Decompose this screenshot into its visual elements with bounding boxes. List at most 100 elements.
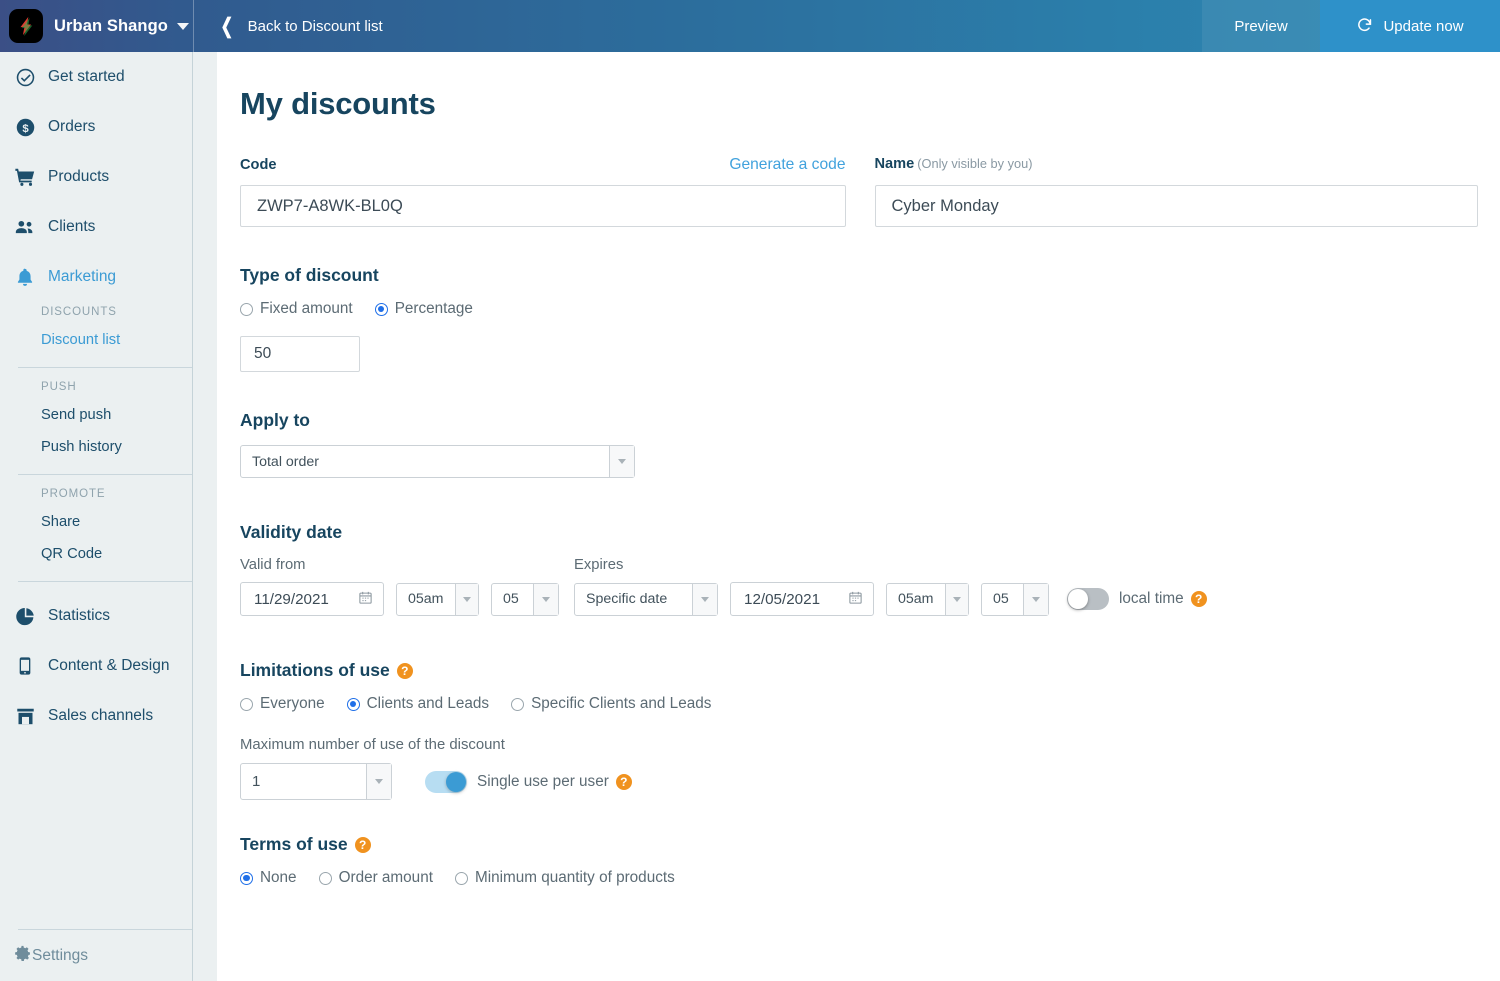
sidebar-item-discount-list[interactable]: Discount list xyxy=(0,326,192,358)
radio-minimum-quantity-of-products[interactable]: Minimum quantity of products xyxy=(455,869,675,887)
valid-from-label: Valid from xyxy=(240,557,574,573)
expires-date-value: 12/05/2021 xyxy=(744,591,820,608)
sidebar-item-orders[interactable]: $ Orders xyxy=(0,102,192,152)
radio-none[interactable]: None xyxy=(240,869,297,887)
sidebar-group-title: PUSH xyxy=(0,377,192,401)
preview-button[interactable]: Preview xyxy=(1202,0,1320,52)
sidebar-item-send-push[interactable]: Send push xyxy=(0,401,192,433)
apply-to-select[interactable]: Total order xyxy=(240,445,635,478)
radio-indicator xyxy=(240,698,253,711)
radio-order-amount[interactable]: Order amount xyxy=(319,869,433,887)
expires-hour-select[interactable]: 05am xyxy=(886,583,969,616)
chevron-down-icon[interactable] xyxy=(609,446,634,477)
chevron-down-icon[interactable] xyxy=(945,584,969,615)
sidebar-item-sales-channels[interactable]: Sales channels xyxy=(0,691,192,741)
sidebar-item-products[interactable]: Products xyxy=(0,152,192,202)
apply-to-title: Apply to xyxy=(240,410,1478,431)
sidebar-item-statistics[interactable]: Statistics xyxy=(0,591,192,641)
sidebar-item-content-design[interactable]: Content & Design xyxy=(0,641,192,691)
sidebar-item-clients[interactable]: Clients xyxy=(0,202,192,252)
generate-a-code-link[interactable]: Generate a code xyxy=(729,156,845,174)
chevron-down-icon[interactable] xyxy=(1023,584,1048,615)
chevron-down-icon[interactable] xyxy=(177,23,189,30)
radio-fixed-amount[interactable]: Fixed amount xyxy=(240,300,353,318)
local-time-toggle[interactable] xyxy=(1067,588,1109,610)
valid-from-minute-select[interactable]: 05 xyxy=(491,583,559,616)
sidebar-bottom: Settings xyxy=(0,920,193,981)
people-icon xyxy=(13,215,37,239)
check-circle-icon xyxy=(13,65,37,89)
valid-from-hour-value: 05am xyxy=(397,584,455,615)
radio-percentage[interactable]: Percentage xyxy=(375,300,473,318)
calendar-icon[interactable] xyxy=(358,590,373,608)
expires-minute-select[interactable]: 05 xyxy=(981,583,1049,616)
topbar-spacer xyxy=(401,0,1202,52)
limitations-of-use-section: Limitations of use ? Everyone Clients an… xyxy=(240,660,1478,800)
help-icon[interactable]: ? xyxy=(1191,591,1207,607)
chevron-down-icon[interactable] xyxy=(366,764,391,799)
type-of-discount-section: Type of discount Fixed amount Percentage… xyxy=(240,265,1478,372)
sidebar-item-push-history[interactable]: Push history xyxy=(0,433,192,465)
radio-label: Fixed amount xyxy=(260,300,353,318)
radio-label: None xyxy=(260,869,297,887)
expires-group: Expires Specific date 12/05/2021 xyxy=(574,557,1478,616)
code-input[interactable]: ZWP7-A8WK-BL0Q xyxy=(240,185,846,227)
brand-menu[interactable]: Urban Shango xyxy=(0,0,193,52)
sidebar-item-settings[interactable]: Settings xyxy=(0,930,193,981)
help-icon[interactable]: ? xyxy=(397,663,413,679)
sidebar-group-promote: PROMOTE Share QR Code xyxy=(0,484,192,572)
help-icon[interactable]: ? xyxy=(355,837,371,853)
max-use-value: 1 xyxy=(241,764,366,799)
brand-name: Urban Shango xyxy=(54,17,168,36)
top-bar: Urban Shango ❮ Back to Discount list Pre… xyxy=(0,0,1500,52)
expires-minute-value: 05 xyxy=(982,584,1023,615)
expires-mode-select[interactable]: Specific date xyxy=(574,583,718,616)
sidebar-item-get-started[interactable]: Get started xyxy=(0,52,192,102)
expires-date-input[interactable]: 12/05/2021 xyxy=(730,582,874,616)
radio-specific-clients-and-leads[interactable]: Specific Clients and Leads xyxy=(511,695,711,713)
sidebar-item-label: Clients xyxy=(48,218,95,236)
sidebar: Get started $ Orders Products Clients Ma… xyxy=(0,52,218,981)
radio-everyone[interactable]: Everyone xyxy=(240,695,325,713)
chevron-down-icon[interactable] xyxy=(533,584,558,615)
sidebar-item-share[interactable]: Share xyxy=(0,508,192,540)
radio-indicator xyxy=(455,872,468,885)
pie-chart-icon xyxy=(13,604,37,628)
terms-title-wrap: Terms of use ? xyxy=(240,834,1478,855)
main-content: My discounts Code Generate a code ZWP7-A… xyxy=(218,52,1500,981)
toggle-knob xyxy=(1068,589,1088,609)
max-use-select[interactable]: 1 xyxy=(240,763,392,800)
single-use-label-wrap: Single use per user ? xyxy=(477,773,632,791)
apply-to-section: Apply to Total order xyxy=(240,410,1478,478)
back-to-discount-list-link[interactable]: ❮ Back to Discount list xyxy=(194,0,401,52)
expires-label: Expires xyxy=(574,557,1478,573)
update-now-button[interactable]: Update now xyxy=(1320,0,1500,52)
single-use-per-user-toggle[interactable] xyxy=(425,771,467,793)
valid-from-date-input[interactable]: 11/29/2021 xyxy=(240,582,384,616)
sidebar-item-label: Marketing xyxy=(48,268,116,286)
radio-indicator-selected xyxy=(375,303,388,316)
chevron-down-icon[interactable] xyxy=(455,584,479,615)
terms-radios: None Order amount Minimum quantity of pr… xyxy=(240,869,1478,887)
expires-mode-value: Specific date xyxy=(575,584,692,615)
sidebar-item-marketing[interactable]: Marketing xyxy=(0,252,192,302)
help-icon[interactable]: ? xyxy=(616,774,632,790)
name-field-group: Name(Only visible by you) Cyber Monday xyxy=(875,156,1479,227)
limitations-radios: Everyone Clients and Leads Specific Clie… xyxy=(240,695,1478,713)
valid-from-hour-select[interactable]: 05am xyxy=(396,583,479,616)
radio-indicator-selected xyxy=(240,872,253,885)
max-use-label: Maximum number of use of the discount xyxy=(240,737,1478,753)
radio-clients-and-leads[interactable]: Clients and Leads xyxy=(347,695,489,713)
radio-label: Percentage xyxy=(395,300,473,318)
radio-label: Specific Clients and Leads xyxy=(531,695,711,713)
store-icon xyxy=(13,704,37,728)
code-field-group: Code Generate a code ZWP7-A8WK-BL0Q xyxy=(240,156,846,227)
discount-amount-input[interactable]: 50 xyxy=(240,336,360,372)
code-label-row: Code Generate a code xyxy=(240,156,846,176)
sidebar-item-label: Content & Design xyxy=(48,657,170,675)
name-input[interactable]: Cyber Monday xyxy=(875,185,1479,227)
name-label-text: Name xyxy=(875,156,915,172)
calendar-icon[interactable] xyxy=(848,590,863,608)
sidebar-item-qr-code[interactable]: QR Code xyxy=(0,540,192,572)
chevron-down-icon[interactable] xyxy=(692,584,717,615)
